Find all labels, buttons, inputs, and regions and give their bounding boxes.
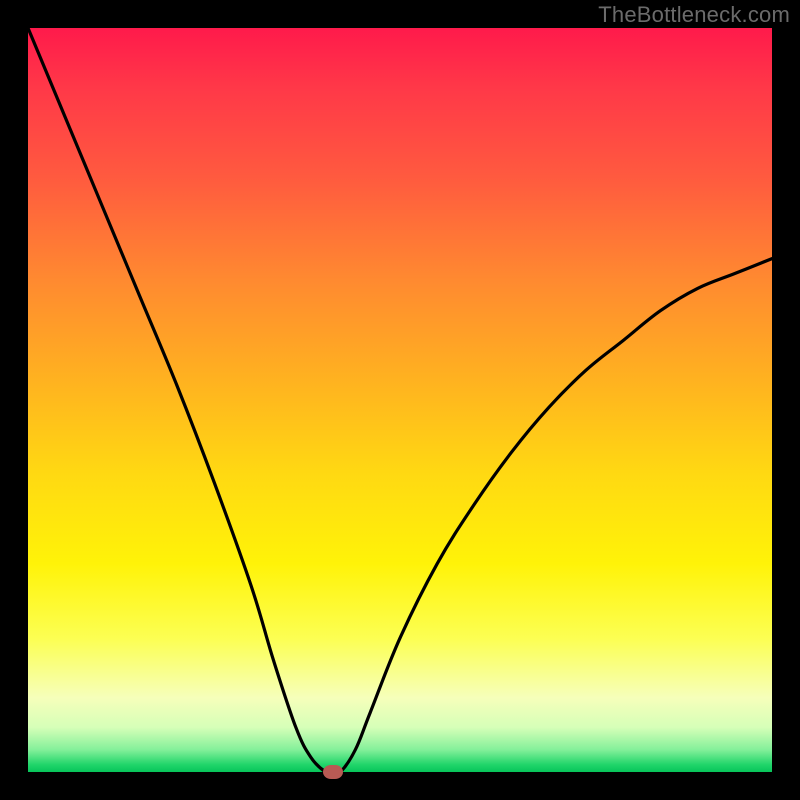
plot-area xyxy=(28,28,772,772)
chart-frame: TheBottleneck.com xyxy=(0,0,800,800)
bottleneck-curve xyxy=(28,28,772,772)
optimal-marker xyxy=(323,765,343,779)
watermark-text: TheBottleneck.com xyxy=(598,2,790,28)
